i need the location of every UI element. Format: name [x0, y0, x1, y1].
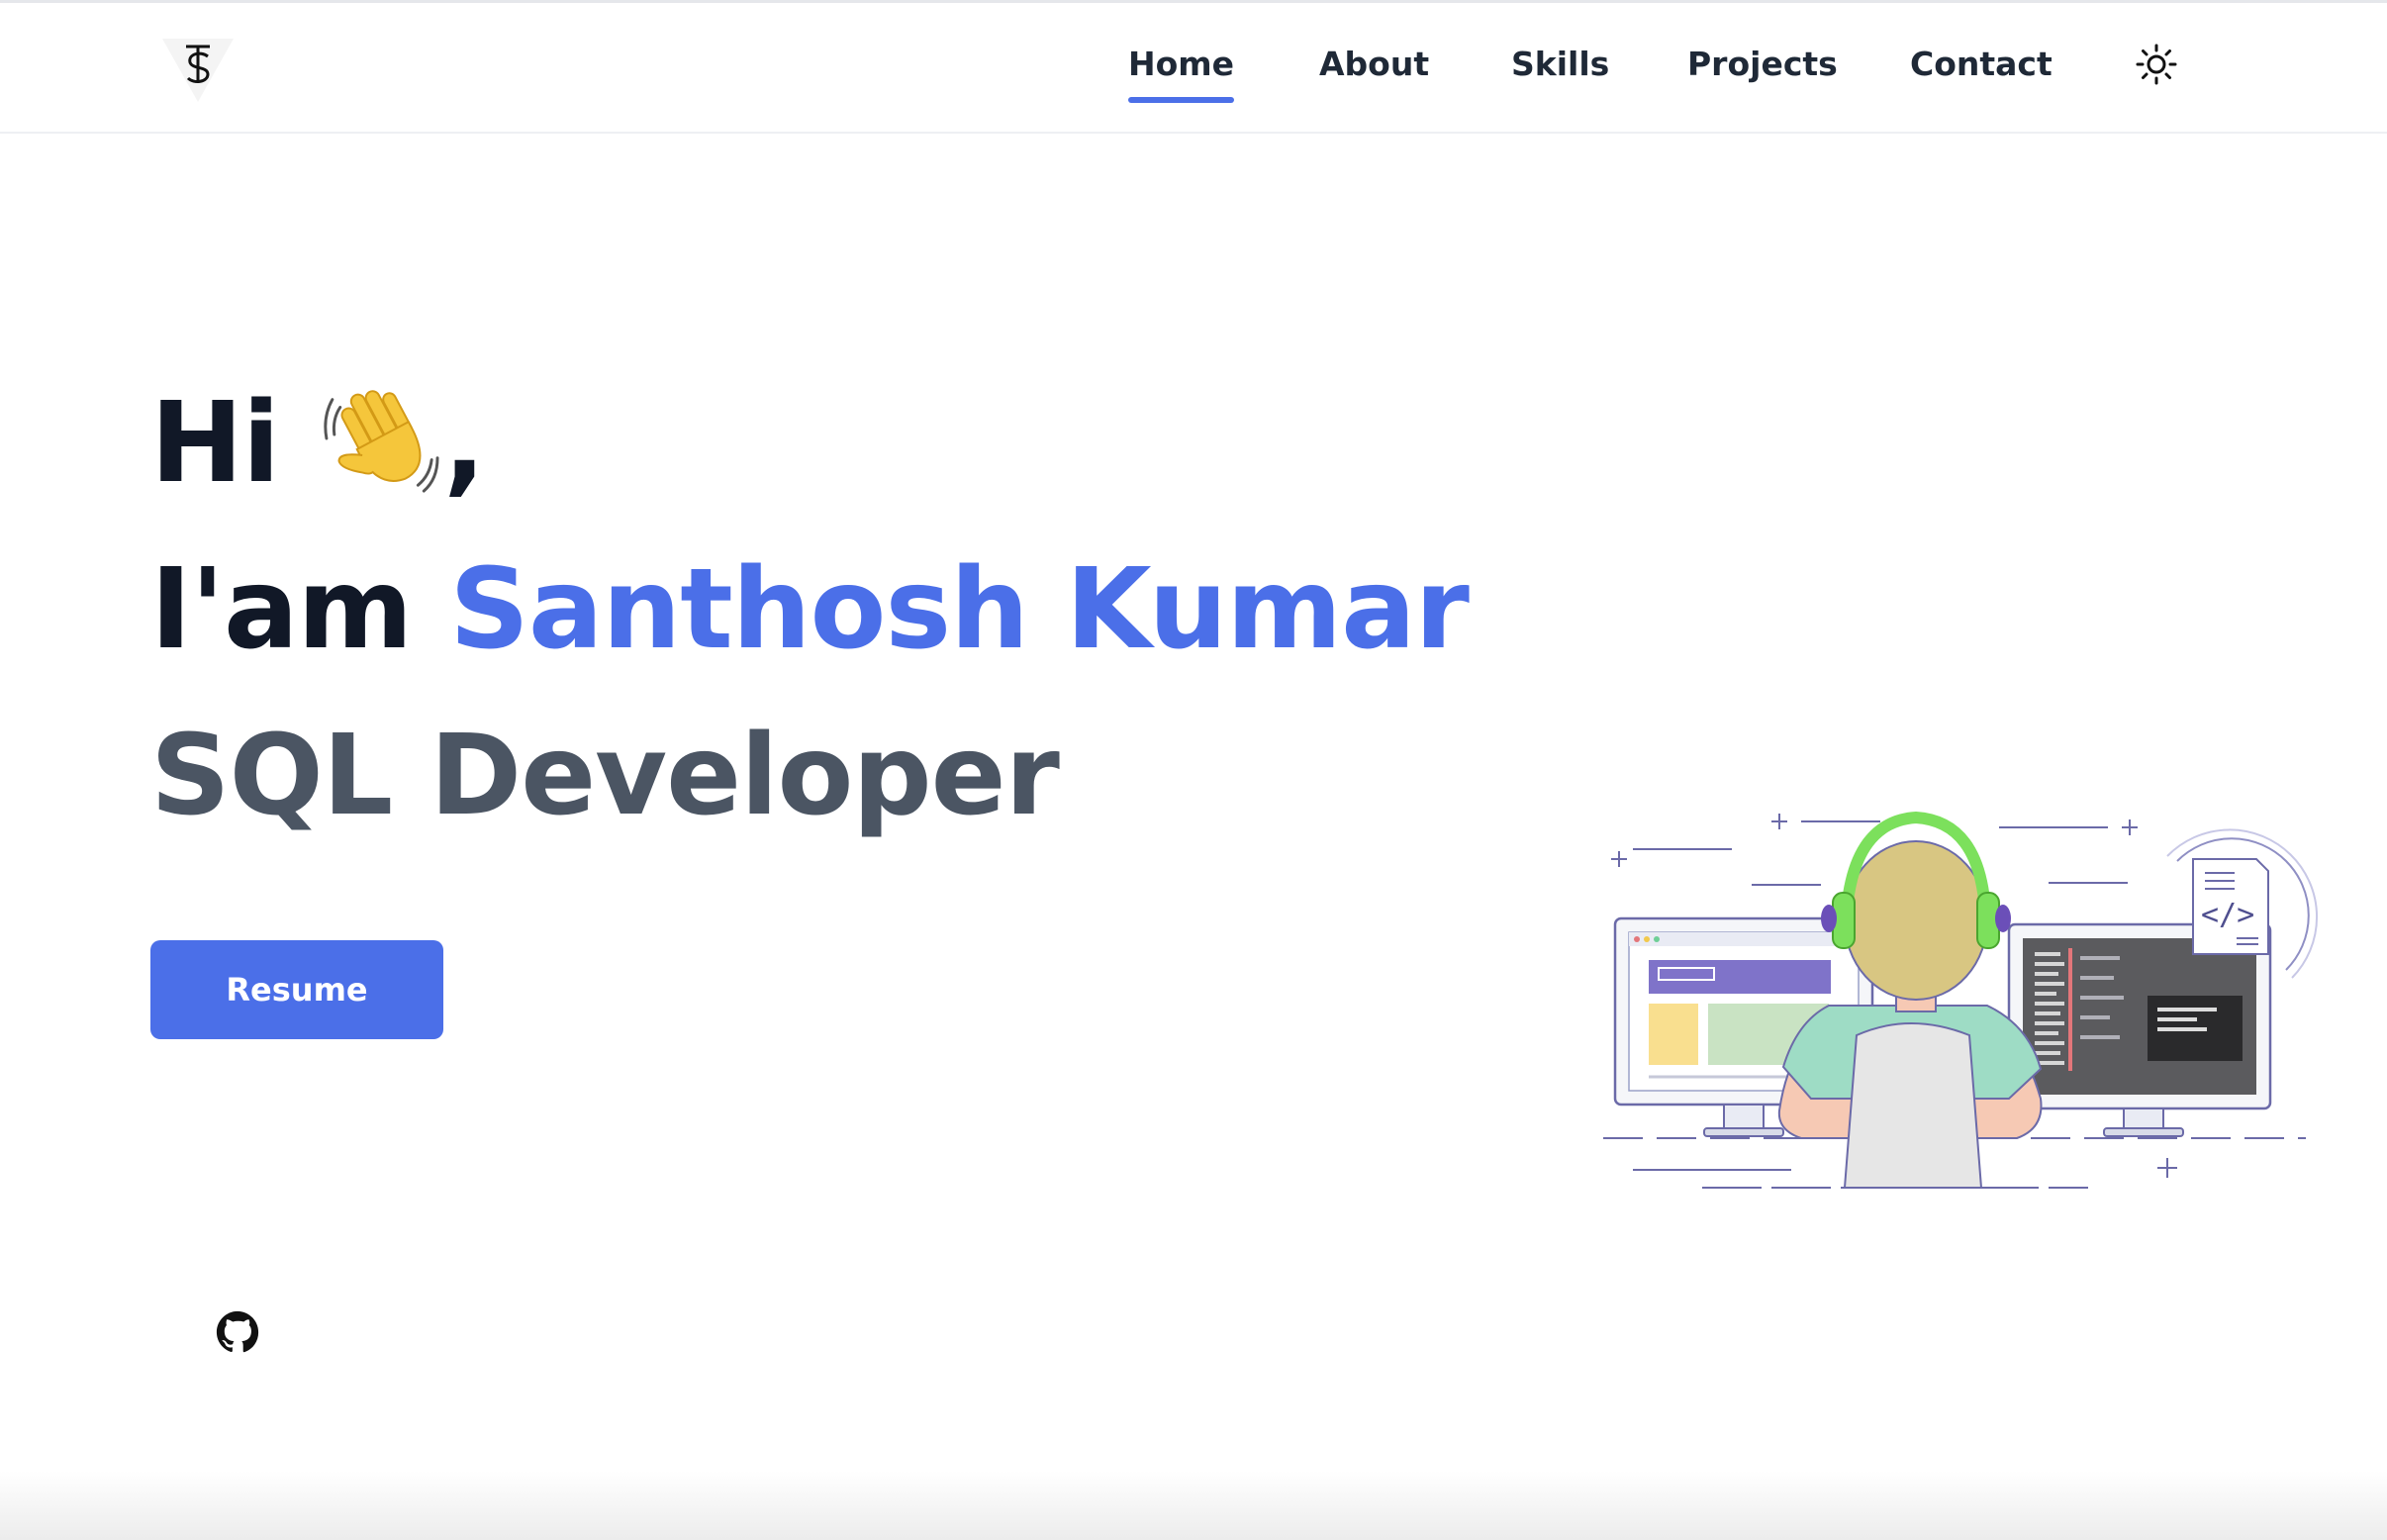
greeting-comma: , — [443, 379, 486, 508]
intro-prefix: I'am — [150, 545, 413, 674]
code-symbol-label: </> — [2201, 898, 2254, 932]
nav-about[interactable]: About — [1319, 45, 1429, 83]
nav-contact[interactable]: Contact — [1910, 45, 2053, 83]
hero-intro: I'am Santhosh Kumar — [150, 554, 1470, 665]
hero-name: Santhosh Kumar — [449, 545, 1470, 674]
nav-home[interactable]: Home — [1128, 45, 1235, 103]
resume-button[interactable]: Resume — [150, 940, 443, 1039]
greeting-text: Hi — [150, 379, 280, 508]
waving-hand-icon — [324, 390, 439, 493]
github-icon[interactable] — [216, 1310, 259, 1354]
logo-monogram-icon[interactable] — [158, 33, 238, 104]
hero-greeting: Hi , — [150, 388, 486, 509]
nav-skills[interactable]: Skills — [1511, 45, 1609, 83]
bottom-fade — [0, 1471, 2387, 1540]
sun-icon[interactable] — [2135, 43, 2178, 86]
nav-projects[interactable]: Projects — [1687, 45, 1838, 83]
navbar: Home About Skills Projects Contact — [0, 3, 2387, 134]
hero-role: SQL Developer — [150, 712, 1060, 840]
developer-illustration: </> — [1603, 811, 2319, 1189]
